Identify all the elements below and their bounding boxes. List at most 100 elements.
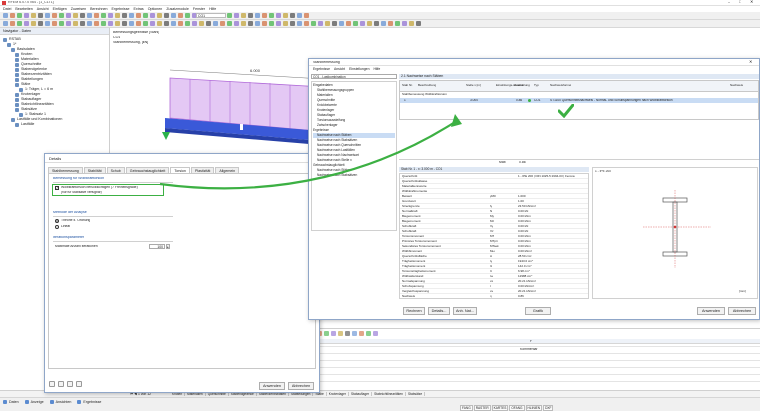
toolbar-icon-0-42[interactable] (297, 13, 302, 18)
status-tab[interactable]: Ergebnisse (77, 400, 101, 404)
toolbar-icon-1-18[interactable] (129, 21, 134, 26)
toolbar-icon-1-45[interactable] (318, 21, 323, 26)
toolbar-icon-1-29[interactable] (206, 21, 211, 26)
toolbar-icon-1-36[interactable] (255, 21, 260, 26)
toolbar-icon-1-8[interactable] (59, 21, 64, 26)
dialog-tool-icon[interactable] (58, 381, 64, 387)
toolbar-icon-0-21[interactable] (150, 13, 155, 18)
toolbar-icon-0-7[interactable] (52, 13, 57, 18)
toolbar-icon-1-21[interactable] (150, 21, 155, 26)
toolbar-icon-1-9[interactable] (66, 21, 71, 26)
menu-item-10[interactable]: Fenster (193, 7, 205, 11)
toolbar-icon-0-18[interactable] (129, 13, 134, 18)
dialog-tool-icon[interactable] (76, 381, 82, 387)
table-tool-icon[interactable] (359, 331, 364, 336)
toolbar-icon-0-41[interactable] (290, 13, 295, 18)
steel-loadcase-dropdown[interactable]: CO1 - Lastkombination (311, 74, 397, 79)
toolbar-icon-1-7[interactable] (52, 21, 57, 26)
toolbar-icon-0-13[interactable] (94, 13, 99, 18)
toolbar-icon-1-17[interactable] (122, 21, 127, 26)
toolbar-icon-0-22[interactable] (157, 13, 162, 18)
toolbar-icon-1-15[interactable] (108, 21, 113, 26)
table-tool-icon[interactable] (352, 331, 357, 336)
toolbar-icon-0-24[interactable] (171, 13, 176, 18)
nat-annex-button[interactable]: Anh. Nat... (453, 307, 477, 315)
toolbar-icon-1-26[interactable] (185, 21, 190, 26)
toolbar-icon-1-0[interactable] (3, 21, 8, 26)
status-toggle[interactable]: HLINIEN (525, 405, 543, 411)
toolbar-icon-1-24[interactable] (171, 21, 176, 26)
toolbar-icon-1-55[interactable] (388, 21, 393, 26)
graphic-button[interactable]: Grafik (525, 307, 551, 315)
toolbar-icon-1-30[interactable] (213, 21, 218, 26)
toolbar-icon-0-40[interactable] (283, 13, 288, 18)
toolbar-icon-1-47[interactable] (332, 21, 337, 26)
menu-item-11[interactable]: Hilfe (209, 7, 216, 11)
table-tool-icon[interactable] (324, 331, 329, 336)
toolbar-icon-0-33[interactable] (234, 13, 239, 18)
toolbar-icon-1-19[interactable] (136, 21, 141, 26)
radio-linear[interactable] (55, 225, 59, 229)
toolbar-icon-0-15[interactable] (108, 13, 113, 18)
toolbar-icon-1-43[interactable] (304, 21, 309, 26)
details-cancel-button[interactable]: Abbrechen (288, 382, 314, 390)
toolbar-icon-0-39[interactable] (276, 13, 281, 18)
toolbar-icon-0-37[interactable] (262, 13, 267, 18)
toolbar-icon-0-35[interactable] (248, 13, 253, 18)
toolbar-icon-1-1[interactable] (10, 21, 15, 26)
toolbar-icon-1-32[interactable] (227, 21, 232, 26)
table-tool-icon[interactable] (331, 331, 336, 336)
menu-item-4[interactable]: Zuweisen (71, 7, 86, 11)
toolbar-icon-1-35[interactable] (248, 21, 253, 26)
table-tool-icon[interactable] (373, 331, 378, 336)
toolbar-icon-1-14[interactable] (101, 21, 106, 26)
toolbar-icon-1-56[interactable] (395, 21, 400, 26)
status-tab[interactable]: Daten (3, 400, 19, 404)
toolbar-icon-1-40[interactable] (283, 21, 288, 26)
toolbar-icon-1-49[interactable] (346, 21, 351, 26)
toolbar-icon-0-25[interactable] (178, 13, 183, 18)
toolbar-icon-1-6[interactable] (45, 21, 50, 26)
calc-button[interactable]: Rechnen (403, 307, 425, 315)
toolbar-icon-1-42[interactable] (297, 21, 302, 26)
toolbar-icon-1-12[interactable] (87, 21, 92, 26)
toolbar-icon-1-25[interactable] (178, 21, 183, 26)
toolbar-icon-1-28[interactable] (199, 21, 204, 26)
toolbar-icon-1-51[interactable] (360, 21, 365, 26)
steel-menu-item[interactable]: Ergebnisse (313, 67, 330, 71)
toolbar-icon-1-50[interactable] (353, 21, 358, 26)
toolbar-icon-0-14[interactable] (101, 13, 106, 18)
menu-item-9[interactable]: Zusatzmodule (166, 7, 189, 11)
table-tool-icon[interactable] (345, 331, 350, 336)
toolbar-icon-1-2[interactable] (17, 21, 22, 26)
table-tool-icon[interactable] (338, 331, 343, 336)
toolbar-icon-1-20[interactable] (143, 21, 148, 26)
toolbar-icon-1-10[interactable] (73, 21, 78, 26)
toolbar-icon-0-1[interactable] (10, 13, 15, 18)
toolbar-icon-1-54[interactable] (381, 21, 386, 26)
toolbar-icon-0-10[interactable] (73, 13, 78, 18)
toolbar-icon-0-17[interactable] (122, 13, 127, 18)
toolbar-icon-0-12[interactable] (87, 13, 92, 18)
toolbar-icon-1-27[interactable] (192, 21, 197, 26)
iteration-input[interactable]: 100 (149, 244, 165, 249)
toolbar-icon-1-44[interactable] (311, 21, 316, 26)
toolbar-icon-1-22[interactable] (157, 21, 162, 26)
toolbar-icon-0-38[interactable] (269, 13, 274, 18)
result-row[interactable]: 1 3.000 0.86 CO1 ST1100 Querschnittsnach… (400, 98, 758, 103)
status-tab[interactable]: Ansichten (49, 400, 71, 404)
toolbar-icon-1-34[interactable] (241, 21, 246, 26)
menu-item-5[interactable]: Berechnen (90, 7, 107, 11)
minimize-button[interactable]: – (728, 0, 730, 4)
steel-cancel-button[interactable]: Abbrechen (728, 307, 756, 315)
toolbar-icon-1-4[interactable] (31, 21, 36, 26)
toolbar-icon-1-16[interactable] (115, 21, 120, 26)
menu-item-3[interactable]: Einfügen (53, 7, 67, 11)
toolbar-icon-0-6[interactable] (45, 13, 50, 18)
toolbar-icon-0-16[interactable] (115, 13, 120, 18)
table-tab[interactable]: Stabsätze (406, 392, 426, 396)
details-apply-button[interactable]: Anwenden (259, 382, 285, 390)
status-toggle[interactable]: FANG (460, 405, 473, 411)
toolbar-icon-1-52[interactable] (367, 21, 372, 26)
steel-apply-button[interactable]: Anwenden (697, 307, 725, 315)
